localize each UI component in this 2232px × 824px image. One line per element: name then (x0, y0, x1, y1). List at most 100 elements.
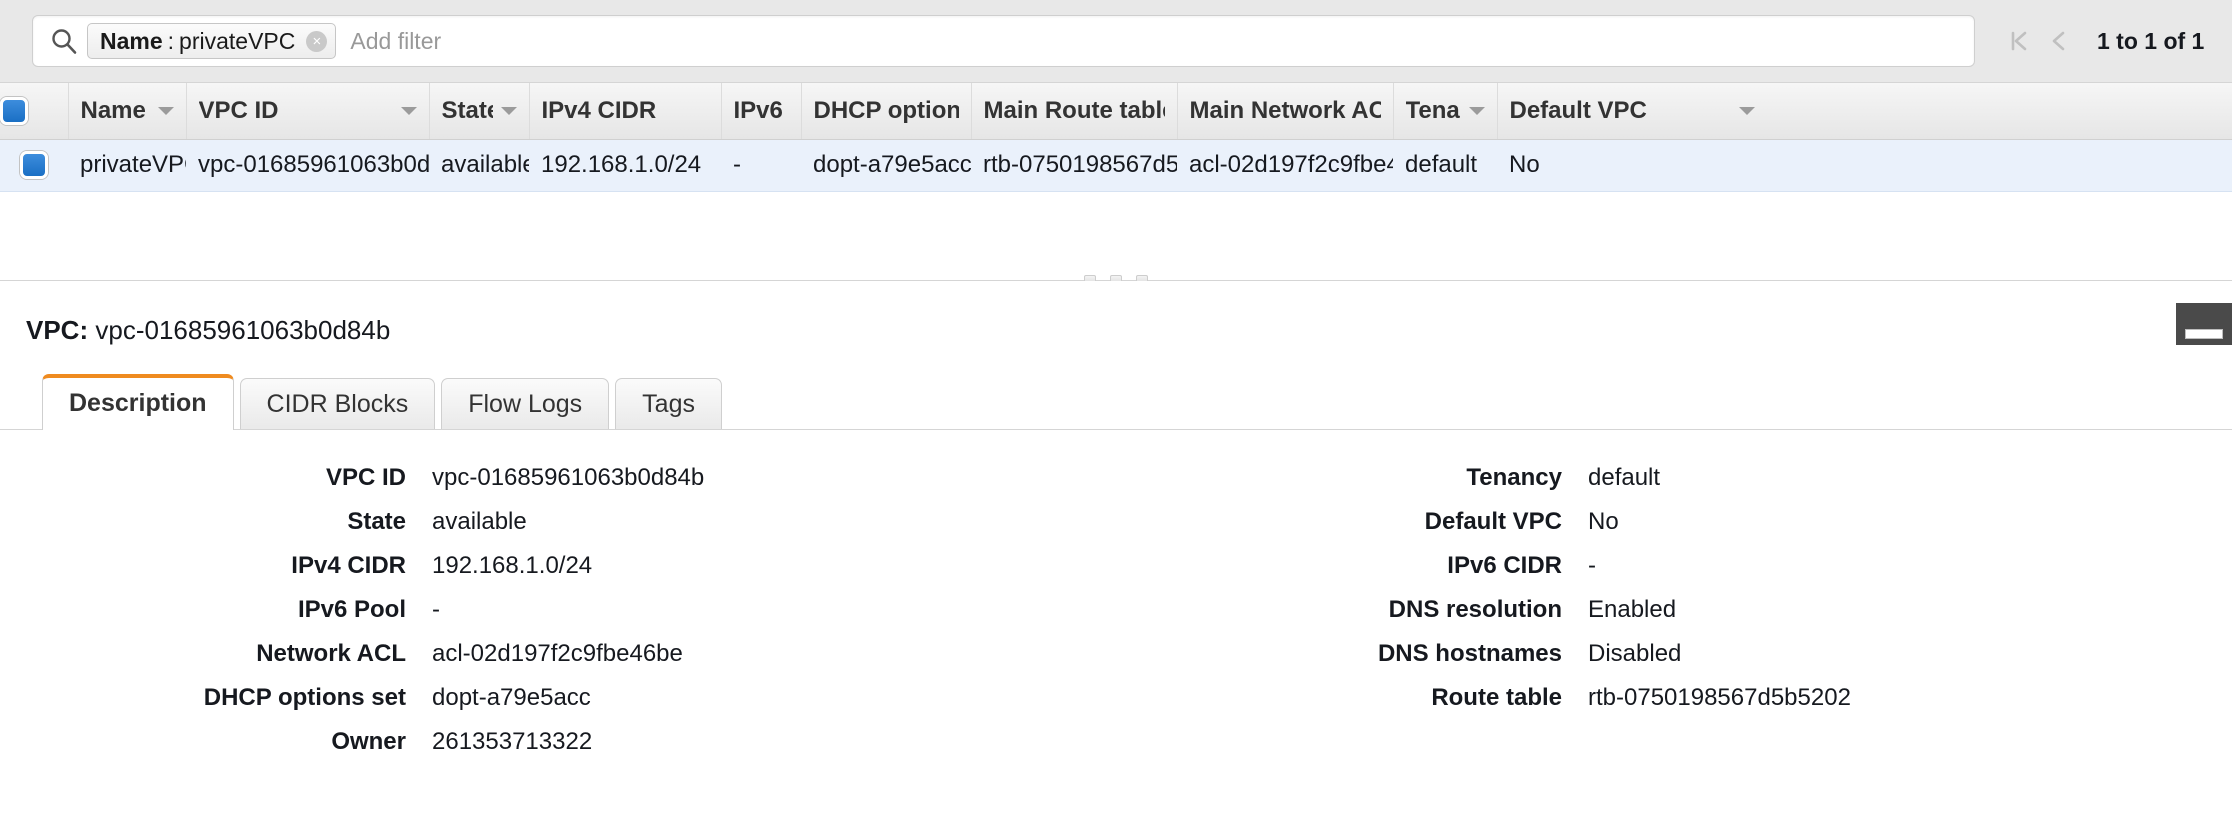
column-header-default-vpc[interactable]: Default VPC (1497, 83, 2232, 139)
field-route-table-value[interactable]: rtb-0750198567d5b5202 (1588, 684, 1851, 712)
field-default-vpc: Default VPC No (1116, 508, 2232, 538)
column-header-ipv4-cidr[interactable]: IPv4 CIDR (529, 83, 721, 139)
detail-title-label: VPC: (26, 315, 88, 345)
field-network-acl: Network ACL acl-02d197f2c9fbe46be (0, 640, 1116, 670)
pagination-controls: 1 to 1 of 1 (1999, 21, 2204, 61)
filter-token-name[interactable]: Name : privateVPC × (87, 23, 336, 59)
select-all-header[interactable] (0, 83, 68, 139)
filter-token-key: Name (100, 28, 163, 55)
column-header-vpc-id-label: VPC ID (199, 97, 279, 125)
cell-ipv4-cidr: 192.168.1.0/24 (529, 139, 721, 191)
column-header-tenancy-label: Tenanc (1406, 97, 1461, 125)
field-tenancy-value: default (1588, 464, 1660, 492)
field-tenancy: Tenancy default (1116, 464, 2232, 494)
tab-tags-label: Tags (642, 390, 695, 419)
first-page-icon[interactable] (1999, 21, 2039, 61)
column-header-name[interactable]: Name (68, 83, 186, 139)
cell-default-vpc: No (1497, 139, 2232, 191)
column-header-ipv6[interactable]: IPv6 (721, 83, 801, 139)
detail-panel-title: VPC: vpc-01685961063b0d84b (0, 281, 2232, 346)
table-empty-space (0, 192, 2232, 280)
field-dns-hostnames: DNS hostnames Disabled (1116, 640, 2232, 670)
field-default-vpc-value: No (1588, 508, 1619, 536)
cell-dhcp-options-set[interactable]: dopt-a79e5acc (801, 139, 971, 191)
field-tenancy-label: Tenancy (1116, 464, 1588, 492)
previous-page-icon[interactable] (2039, 21, 2079, 61)
filter-token-separator: : (168, 28, 174, 55)
field-vpc-id: VPC ID vpc-01685961063b0d84b (0, 464, 1116, 494)
select-all-checkbox[interactable] (0, 97, 28, 125)
chevron-down-icon[interactable] (1469, 107, 1485, 115)
tab-flow-logs[interactable]: Flow Logs (441, 378, 609, 430)
field-vpc-id-value: vpc-01685961063b0d84b (432, 464, 704, 492)
table-row[interactable]: privateVPC vpc-01685961063b0d84b availab… (0, 139, 2232, 191)
field-ipv6-cidr: IPv6 CIDR - (1116, 552, 2232, 582)
field-ipv4-cidr: IPv4 CIDR 192.168.1.0/24 (0, 552, 1116, 582)
column-header-dhcp-options-set[interactable]: DHCP options se (801, 83, 971, 139)
field-ipv6-pool: IPv6 Pool - (0, 596, 1116, 626)
field-dns-hostnames-label: DNS hostnames (1116, 640, 1588, 668)
column-header-vpc-id[interactable]: VPC ID (186, 83, 429, 139)
field-dns-resolution: DNS resolution Enabled (1116, 596, 2232, 626)
column-header-ipv6-label: IPv6 (734, 97, 783, 125)
field-ipv4-cidr-value: 192.168.1.0/24 (432, 552, 592, 580)
field-default-vpc-label: Default VPC (1116, 508, 1588, 536)
cell-vpc-id: vpc-01685961063b0d84b (186, 139, 429, 191)
row-select-cell[interactable] (0, 139, 68, 191)
detail-panel: VPC: vpc-01685961063b0d84b Description C… (0, 281, 2232, 772)
tab-cidr-blocks[interactable]: CIDR Blocks (240, 378, 436, 430)
field-dns-resolution-value: Enabled (1588, 596, 1676, 624)
field-network-acl-value[interactable]: acl-02d197f2c9fbe46be (432, 640, 683, 668)
cell-main-network-acl[interactable]: acl-02d197f2c9fbe46… (1177, 139, 1393, 191)
field-ipv4-cidr-label: IPv4 CIDR (0, 552, 432, 580)
cell-state: available (429, 139, 529, 191)
field-vpc-id-label: VPC ID (0, 464, 432, 492)
column-header-default-vpc-label: Default VPC (1510, 97, 1647, 125)
tab-description[interactable]: Description (42, 374, 234, 430)
column-header-main-route-table-label: Main Route table (984, 97, 1165, 125)
field-network-acl-label: Network ACL (0, 640, 432, 668)
column-header-name-label: Name (81, 97, 146, 125)
field-ipv6-pool-label: IPv6 Pool (0, 596, 432, 624)
search-icon (49, 26, 79, 56)
field-ipv6-pool-value: - (432, 596, 440, 624)
cell-name: privateVPC (68, 139, 186, 191)
cell-main-route-table[interactable]: rtb-0750198567d5… (971, 139, 1177, 191)
filter-bar: Name : privateVPC × Add filter 1 to 1 of… (0, 0, 2232, 83)
chevron-down-icon[interactable] (158, 107, 174, 115)
field-route-table-label: Route table (1116, 684, 1588, 712)
tab-cidr-blocks-label: CIDR Blocks (267, 390, 409, 419)
collapse-panel-icon[interactable] (2176, 303, 2232, 345)
tab-flow-logs-label: Flow Logs (468, 390, 582, 419)
close-icon[interactable]: × (306, 31, 327, 52)
field-dhcp-options-set: DHCP options set dopt-a79e5acc (0, 684, 1116, 714)
filter-token-value: privateVPC (179, 28, 295, 55)
row-checkbox[interactable] (20, 151, 48, 179)
column-header-state[interactable]: State (429, 83, 529, 139)
tab-description-label: Description (69, 389, 207, 418)
column-header-state-label: State (442, 97, 493, 125)
column-header-tenancy[interactable]: Tenanc (1393, 83, 1497, 139)
tab-tags[interactable]: Tags (615, 378, 722, 430)
table-header-row: Name VPC ID State (0, 83, 2232, 139)
cell-tenancy: default (1393, 139, 1497, 191)
field-state-label: State (0, 508, 432, 536)
column-header-main-network-acl[interactable]: Main Network ACL (1177, 83, 1393, 139)
column-header-main-route-table[interactable]: Main Route table (971, 83, 1177, 139)
chevron-down-icon[interactable] (401, 107, 417, 115)
field-dhcp-options-set-label: DHCP options set (0, 684, 432, 712)
field-route-table: Route table rtb-0750198567d5b5202 (1116, 684, 2232, 714)
field-owner: Owner 261353713322 (0, 728, 1116, 758)
chevron-down-icon[interactable] (1739, 107, 1755, 115)
add-filter-placeholder[interactable]: Add filter (350, 28, 441, 55)
column-header-ipv4-cidr-label: IPv4 CIDR (542, 97, 657, 125)
chevron-down-icon[interactable] (501, 107, 517, 115)
field-dhcp-options-set-value[interactable]: dopt-a79e5acc (432, 684, 591, 712)
field-dns-resolution-label: DNS resolution (1116, 596, 1588, 624)
pagination-range: 1 to 1 of 1 (2097, 28, 2204, 55)
field-dns-hostnames-value: Disabled (1588, 640, 1681, 668)
field-owner-label: Owner (0, 728, 432, 756)
search-input[interactable]: Name : privateVPC × Add filter (32, 15, 1975, 67)
field-state-value: available (432, 508, 527, 536)
detail-column-left: VPC ID vpc-01685961063b0d84b State avail… (0, 464, 1116, 772)
